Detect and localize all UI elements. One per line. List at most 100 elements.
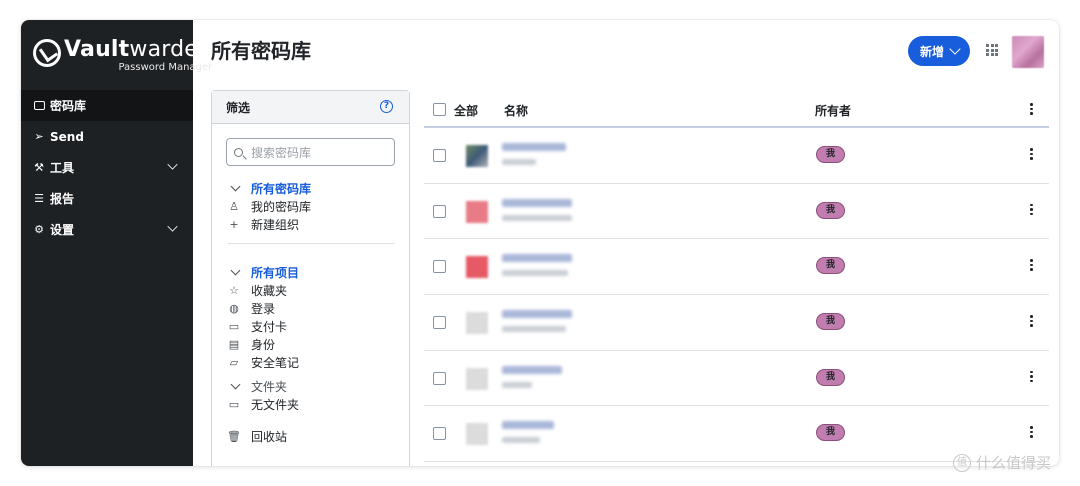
- sidebar-nav: 密码库 ➢ Send ⚒ 工具 ☰ 报告 ⚙ 设置: [21, 90, 193, 245]
- filter-group-all-items[interactable]: 所有项目: [228, 263, 398, 281]
- row-checkbox[interactable]: [433, 427, 446, 441]
- item-name-redacted[interactable]: [502, 198, 572, 207]
- more-options-icon[interactable]: [1030, 259, 1033, 271]
- item-name-redacted[interactable]: [502, 310, 572, 319]
- item-name-redacted[interactable]: [502, 254, 572, 263]
- owner-badge: 我: [816, 424, 845, 442]
- filter-item-trash[interactable]: 🗑︎ 回收站: [227, 427, 398, 445]
- owner-badge: 我: [816, 201, 845, 219]
- row-checkbox[interactable]: [433, 149, 446, 162]
- logo-title-rest: warden: [129, 37, 213, 62]
- items-filter-list: 所有项目 ☆ 收藏夹 ◍ 登录 ▭ 支付卡 ▤ 身份 ▱ 安全笔记 文件夹 ▭ …: [227, 263, 398, 445]
- filter-group-label: 所有密码库: [251, 181, 312, 196]
- star-icon: ☆: [229, 283, 239, 297]
- sidebar: Vaultwarden Password Manager 密码库 ➢ Send …: [21, 20, 212, 466]
- note-icon: ▱: [229, 355, 239, 369]
- send-icon: ➢: [34, 130, 44, 143]
- watermark-logo-icon: 值: [953, 453, 971, 472]
- table-row[interactable]: 我: [424, 351, 1049, 407]
- watermark-text: 什么值得买: [976, 454, 1052, 472]
- table-row[interactable]: 我: [424, 239, 1049, 296]
- filter-item-new-org[interactable]: + 新建组织: [228, 215, 398, 233]
- item-name-redacted[interactable]: [502, 143, 566, 151]
- vault-items-table: 全部 名称 所有者 我 我 我 我 我 我: [424, 92, 1049, 463]
- item-username-redacted: [502, 214, 572, 221]
- column-header-all[interactable]: 全部: [454, 102, 478, 119]
- row-checkbox[interactable]: [433, 204, 446, 218]
- more-options-icon[interactable]: [1030, 148, 1033, 160]
- sidebar-item-label: 报告: [50, 192, 75, 206]
- chevron-down-icon: [230, 181, 240, 191]
- filter-item-no-folder[interactable]: ▭ 无文件夹: [228, 395, 398, 413]
- sidebar-item-settings[interactable]: ⚙ 设置: [21, 214, 193, 245]
- filter-item-identity[interactable]: ▤ 身份: [228, 335, 398, 353]
- filter-item-label: 安全笔记: [251, 355, 300, 370]
- item-username-redacted: [502, 381, 532, 388]
- table-row[interactable]: 我: [424, 184, 1049, 240]
- new-button[interactable]: 新增: [908, 36, 970, 66]
- new-button-label: 新增: [920, 44, 945, 59]
- search-input[interactable]: 搜索密码库: [226, 138, 395, 166]
- plus-icon: +: [229, 217, 239, 231]
- wrench-icon: ⚒: [34, 161, 44, 174]
- vaults-filter-list: 所有密码库 ♙ 我的密码库 + 新建组织: [228, 179, 398, 233]
- owner-badge: 我: [816, 146, 845, 163]
- filter-item-my-vault[interactable]: ♙ 我的密码库: [228, 197, 398, 215]
- item-username-redacted: [502, 270, 568, 277]
- product-switcher-icon[interactable]: [986, 44, 998, 56]
- select-all-checkbox[interactable]: [433, 103, 446, 116]
- id-card-icon: ▤: [228, 337, 240, 351]
- item-username-redacted: [502, 326, 566, 333]
- trash-icon: 🗑︎: [227, 429, 241, 443]
- filter-item-label: 回收站: [251, 429, 288, 444]
- app-window: Vaultwarden Password Manager 密码库 ➢ Send …: [21, 20, 1059, 466]
- more-options-icon[interactable]: [1030, 315, 1033, 327]
- more-options-icon[interactable]: [1030, 426, 1033, 438]
- sidebar-item-label: 密码库: [50, 99, 87, 113]
- folder-icon: ▭: [228, 397, 240, 411]
- sidebar-item-tools[interactable]: ⚒ 工具: [21, 152, 193, 183]
- page-title: 所有密码库: [211, 39, 311, 63]
- filter-item-favorites[interactable]: ☆ 收藏夹: [228, 281, 398, 299]
- chevron-down-icon: [230, 379, 240, 389]
- sidebar-item-send[interactable]: ➢ Send: [21, 121, 193, 152]
- filter-panel: 筛选 ? 搜索密码库 所有密码库 ♙ 我的密码库 + 新建组织 所有项目 ☆ 收…: [211, 90, 410, 466]
- site-favicon-icon: [466, 312, 488, 335]
- divider: [228, 243, 395, 244]
- filter-item-card[interactable]: ▭ 支付卡: [228, 317, 398, 335]
- filter-title: 筛选: [226, 100, 251, 115]
- sidebar-item-vault[interactable]: 密码库: [21, 90, 193, 121]
- row-checkbox[interactable]: [433, 316, 446, 330]
- watermark: 值 什么值得买: [953, 452, 1051, 473]
- filter-group-all-vaults[interactable]: 所有密码库: [228, 179, 398, 197]
- row-checkbox[interactable]: [433, 260, 446, 274]
- more-options-icon[interactable]: [1030, 203, 1033, 216]
- filter-item-secure-note[interactable]: ▱ 安全笔记: [228, 353, 398, 371]
- owner-badge: 我: [816, 313, 845, 331]
- vault-icon: [33, 100, 45, 112]
- more-options-icon[interactable]: [1030, 370, 1033, 383]
- table-row[interactable]: 我: [424, 295, 1049, 351]
- item-username-redacted: [502, 159, 536, 165]
- sidebar-item-label: Send: [50, 129, 84, 144]
- filter-item-label: 身份: [251, 337, 276, 352]
- item-name-redacted[interactable]: [502, 421, 554, 430]
- help-icon[interactable]: ?: [380, 100, 393, 113]
- logo[interactable]: Vaultwarden Password Manager: [33, 38, 212, 74]
- column-header-name[interactable]: 名称: [504, 102, 528, 119]
- item-username-redacted: [502, 437, 540, 444]
- sidebar-item-reports[interactable]: ☰ 报告: [21, 183, 193, 214]
- avatar[interactable]: [1012, 36, 1044, 68]
- chevron-down-icon: [167, 159, 178, 170]
- filter-item-label: 无文件夹: [251, 397, 300, 412]
- more-options-icon[interactable]: [1030, 103, 1033, 115]
- site-favicon-icon: [466, 423, 488, 446]
- table-row[interactable]: 我: [424, 128, 1049, 184]
- filter-group-folders[interactable]: 文件夹: [228, 377, 398, 395]
- site-favicon-icon: [466, 367, 488, 390]
- item-name-redacted[interactable]: [502, 365, 562, 374]
- column-header-owner[interactable]: 所有者: [815, 102, 851, 119]
- search-placeholder: 搜索密码库: [251, 145, 312, 160]
- row-checkbox[interactable]: [433, 371, 446, 385]
- filter-item-login[interactable]: ◍ 登录: [228, 299, 398, 317]
